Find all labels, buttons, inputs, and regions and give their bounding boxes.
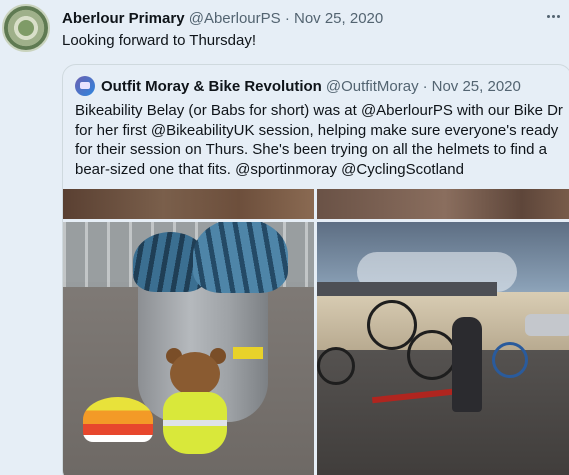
tweet-date[interactable]: Nov 25, 2020 <box>294 10 383 27</box>
quoted-header: Outfit Moray & Bike Revolution @OutfitMo… <box>75 76 521 96</box>
bike-wheel-shape <box>492 342 528 378</box>
roof-shape <box>317 282 497 296</box>
media-photo-1[interactable] <box>63 189 314 219</box>
tweet-card[interactable]: Aberlour Primary @AberlourPS · Nov 25, 2… <box>0 0 569 475</box>
media-photo-3[interactable] <box>63 222 314 475</box>
more-options-icon[interactable] <box>543 6 563 26</box>
quoted-author-name[interactable]: Outfit Moray & Bike Revolution <box>101 78 322 95</box>
media-grid <box>63 189 569 475</box>
author-handle[interactable]: @AberlourPS <box>189 10 281 27</box>
helmet-shape <box>193 222 288 293</box>
meta-separator: · <box>284 10 290 27</box>
bucket-tag-shape <box>233 347 263 359</box>
teddy-bear-shape <box>158 348 233 462</box>
tweet-header: Aberlour Primary @AberlourPS · Nov 25, 2… <box>62 10 383 27</box>
media-photo-4[interactable] <box>317 222 569 475</box>
quoted-meta-separator: · <box>422 77 428 95</box>
bike-wheel-shape <box>407 330 457 380</box>
media-photo-2[interactable] <box>317 189 569 219</box>
author-name[interactable]: Aberlour Primary <box>62 10 185 27</box>
person-shape <box>452 317 482 412</box>
quoted-avatar[interactable] <box>75 76 95 96</box>
tweet-text: Looking forward to Thursday! <box>62 32 256 49</box>
quoted-author-handle[interactable]: @OutfitMoray <box>326 78 419 95</box>
quoted-date[interactable]: Nov 25, 2020 <box>432 78 521 95</box>
car-shape <box>525 314 569 336</box>
quoted-tweet[interactable]: Outfit Moray & Bike Revolution @OutfitMo… <box>62 64 569 475</box>
bike-wheel-shape <box>317 347 355 385</box>
quoted-text: Bikeability Belay (or Babs for short) wa… <box>75 102 563 178</box>
cones-shape <box>83 397 153 442</box>
author-avatar[interactable] <box>2 4 50 52</box>
